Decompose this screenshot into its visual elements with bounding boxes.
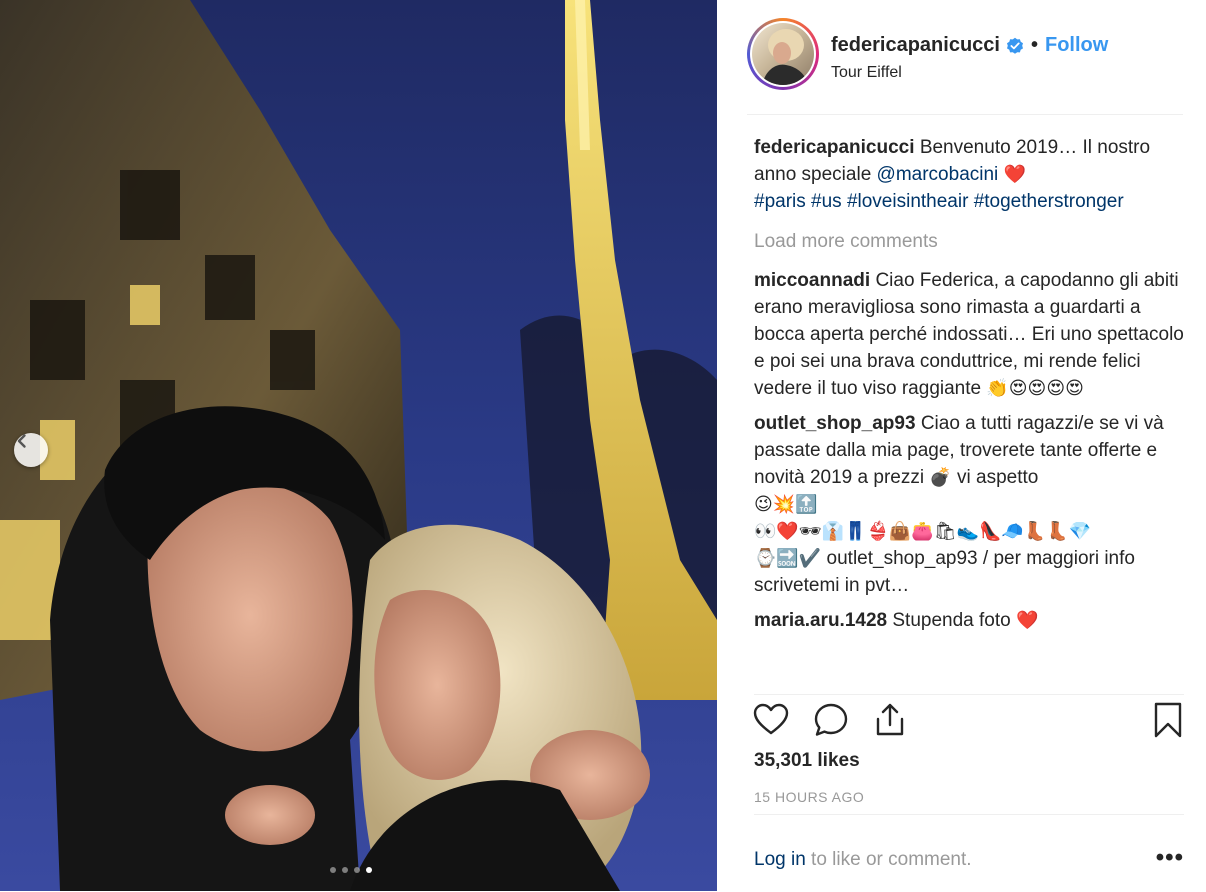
comment-emoji: 💣 bbox=[929, 467, 952, 488]
bookmark-icon[interactable] bbox=[1149, 701, 1187, 739]
post-photo[interactable] bbox=[0, 0, 717, 891]
follow-button[interactable]: Follow bbox=[1045, 34, 1108, 57]
login-prompt-text: to like or comment. bbox=[805, 849, 972, 870]
carousel-indicator bbox=[330, 867, 372, 873]
comment-item: maria.aru.1428 Stupenda foto ❤️ bbox=[754, 607, 1184, 634]
comment-emojis: ⌚🔜✔️ bbox=[754, 548, 822, 569]
header-separator: • bbox=[1030, 34, 1038, 56]
post-header: federicapanicucci • Follow Tour Eiffel bbox=[747, 18, 1183, 115]
hashtag-link[interactable]: #loveisintheair bbox=[847, 191, 968, 212]
carousel-prev-button[interactable] bbox=[14, 433, 48, 467]
caption-username[interactable]: federicapanicucci bbox=[754, 137, 915, 158]
carousel-dot bbox=[354, 867, 360, 873]
hashtag-link[interactable]: #us bbox=[811, 191, 842, 212]
comment-username[interactable]: miccoannadi bbox=[754, 270, 870, 291]
avatar[interactable] bbox=[747, 18, 819, 90]
avatar-photo bbox=[762, 29, 808, 85]
likes-count[interactable]: 35,301 likes bbox=[754, 750, 860, 772]
more-options-button[interactable]: ••• bbox=[1156, 846, 1184, 870]
caption-mention[interactable]: @marcobacini bbox=[877, 164, 999, 185]
comment-emojis: 😉💥🔝 bbox=[754, 494, 818, 515]
post-timestamp[interactable]: 15 HOURS AGO bbox=[754, 789, 864, 805]
carousel-dot bbox=[330, 867, 336, 873]
hashtag-link[interactable]: #paris bbox=[754, 191, 806, 212]
post-actions bbox=[752, 694, 1187, 739]
caption-heart-emoji: ❤️ bbox=[1003, 164, 1026, 185]
login-prompt: Log in to like or comment. bbox=[754, 849, 972, 871]
load-more-comments-button[interactable]: Load more comments bbox=[754, 228, 1184, 255]
comment-text: Stupenda foto bbox=[892, 610, 1011, 631]
photo-scene bbox=[0, 0, 717, 891]
verified-badge-icon bbox=[1006, 37, 1023, 54]
comment-emojis: 👀❤️🕶👔👖👙👜👛🛍👟👠🧢👢👢💎 bbox=[754, 521, 1092, 542]
comment-username[interactable]: outlet_shop_ap93 bbox=[754, 413, 916, 434]
heart-icon[interactable] bbox=[752, 701, 790, 739]
comment-username[interactable]: maria.aru.1428 bbox=[754, 610, 887, 631]
comment-item: outlet_shop_ap93 Ciao a tutti ragazzi/e … bbox=[754, 410, 1184, 599]
comment-icon[interactable] bbox=[812, 701, 850, 739]
share-icon[interactable] bbox=[871, 701, 909, 739]
comment-item: miccoannadi Ciao Federica, a capodanno g… bbox=[754, 267, 1184, 402]
carousel-dot bbox=[342, 867, 348, 873]
caption: federicapanicucci Benvenuto 2019… Il nos… bbox=[754, 134, 1184, 215]
comment-emojis: 👏😍😍😍😍 bbox=[986, 378, 1084, 399]
comments-list[interactable]: federicapanicucci Benvenuto 2019… Il nos… bbox=[754, 134, 1184, 680]
header-username[interactable]: federicapanicucci bbox=[831, 34, 1000, 57]
comment-emojis: ❤️ bbox=[1015, 610, 1039, 631]
post-side-panel: federicapanicucci • Follow Tour Eiffel f… bbox=[717, 0, 1206, 891]
carousel-dot-active bbox=[366, 867, 372, 873]
comment-text: vi aspetto bbox=[957, 467, 1039, 488]
location-link[interactable]: Tour Eiffel bbox=[831, 64, 902, 82]
post-footer: Log in to like or comment. ••• bbox=[754, 814, 1184, 892]
chevron-left-icon bbox=[17, 434, 26, 448]
hashtag-link[interactable]: #togetherstronger bbox=[974, 191, 1124, 212]
login-link[interactable]: Log in bbox=[754, 849, 806, 870]
